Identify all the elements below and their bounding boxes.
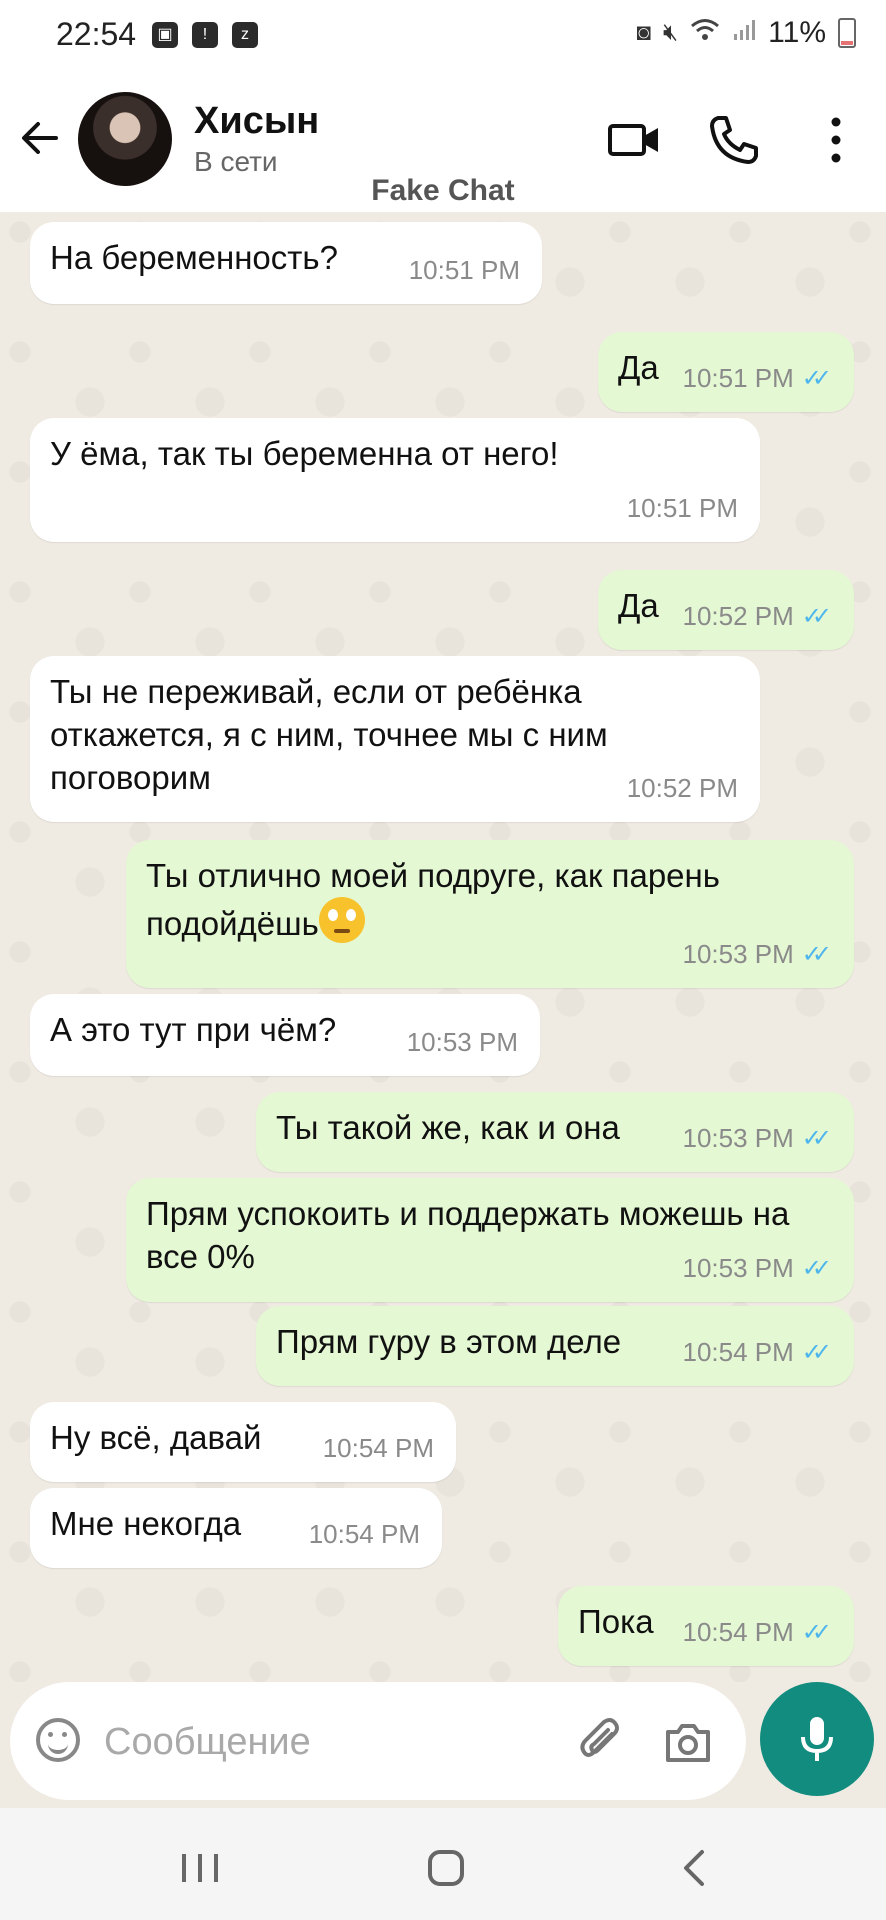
message-list[interactable]: На беременность? 10:51 PM Да 10:51 PM ✓✓ … (0, 212, 886, 1682)
contact-name[interactable]: Хисын (194, 100, 319, 143)
camera-icon[interactable] (662, 1716, 714, 1768)
message-in[interactable]: Мне некогда 10:54 PM (30, 1488, 442, 1568)
message-composer (10, 1682, 746, 1800)
message-text: Ты не переживай, если от ребёнка откажет… (50, 673, 617, 796)
paperclip-icon[interactable] (576, 1716, 628, 1768)
message-time: 10:51 PM (626, 493, 738, 523)
recent-apps-icon[interactable] (170, 1838, 230, 1898)
message-text: Ты отлично моей подруге, как парень подо… (146, 857, 730, 942)
alert-notification-icon: ! (192, 22, 218, 48)
message-in[interactable]: А это тут при чём? 10:53 PM (30, 994, 540, 1076)
app-notification-icon: z (232, 22, 258, 48)
message-text: Мне некогда (50, 1505, 242, 1542)
emoji-icon[interactable] (36, 1718, 80, 1762)
message-time: 10:52 PM (682, 601, 794, 631)
message-out[interactable]: Прям гуру в этом деле 10:54 PM ✓✓ (256, 1306, 854, 1386)
message-time: 10:52 PM (626, 773, 738, 803)
message-out[interactable]: Да 10:52 PM ✓✓ (598, 570, 854, 650)
read-ticks-icon: ✓✓ (801, 603, 832, 630)
message-time: 10:54 PM (682, 1617, 794, 1647)
message-text: Да (618, 587, 659, 624)
gallery-notification-icon: ▣ (152, 22, 178, 48)
message-in[interactable]: Ну всё, давай 10:54 PM (30, 1402, 456, 1482)
wifi-icon (690, 17, 720, 50)
message-time: 10:51 PM (408, 255, 520, 285)
read-ticks-icon: ✓✓ (801, 941, 832, 968)
message-time: 10:54 PM (308, 1519, 420, 1549)
message-time: 10:53 PM (406, 1027, 518, 1057)
message-text: Пока (578, 1603, 654, 1640)
message-text: Прям гуру в этом деле (276, 1323, 622, 1360)
message-time: 10:54 PM (682, 1337, 794, 1367)
read-ticks-icon: ✓✓ (801, 1339, 832, 1366)
phone-icon[interactable] (706, 112, 762, 168)
watermark: Fake Chat (371, 174, 515, 207)
back-nav-icon[interactable] (666, 1838, 726, 1898)
message-text: Ты такой же, как и она (276, 1109, 620, 1146)
message-time: 10:53 PM (682, 1123, 794, 1153)
message-text: А это тут при чём? (50, 1011, 337, 1048)
message-out[interactable]: Да 10:51 PM ✓✓ (598, 332, 854, 412)
message-time: 10:53 PM (682, 939, 794, 969)
signal-icon (732, 18, 756, 49)
face-with-rolling-eyes-icon (318, 897, 365, 943)
message-time: 10:54 PM (322, 1433, 434, 1463)
message-in[interactable]: У ёма, так ты беременна от него! 10:51 P… (30, 418, 760, 542)
read-ticks-icon: ✓✓ (801, 1619, 832, 1646)
message-text: У ёма, так ты беременна от него! (50, 435, 559, 472)
message-text: Да (618, 349, 659, 386)
status-time: 22:54 (56, 16, 137, 52)
video-camera-icon[interactable] (606, 112, 662, 168)
message-out[interactable]: Ты отлично моей подруге, как парень подо… (126, 840, 854, 988)
message-text: Ну всё, давай (50, 1419, 262, 1456)
message-out[interactable]: Пока 10:54 PM ✓✓ (558, 1586, 854, 1666)
message-text: На беременность? (50, 239, 338, 276)
message-time: 10:53 PM (682, 1253, 794, 1283)
data-saver-icon: ◙ (636, 19, 652, 46)
read-ticks-icon: ✓✓ (801, 1255, 832, 1282)
arrow-left-icon[interactable] (18, 116, 62, 160)
status-bar: 22:54 ▣ ! z ◙ 🔇︎ 11% (0, 0, 886, 72)
message-out[interactable]: Ты такой же, как и она 10:53 PM ✓✓ (256, 1092, 854, 1172)
home-icon[interactable] (416, 1838, 476, 1898)
battery-percent: 11% (768, 16, 826, 49)
system-nav-bar (0, 1808, 886, 1920)
microphone-icon (801, 1717, 833, 1761)
message-in[interactable]: Ты не переживай, если от ребёнка откажет… (30, 656, 760, 822)
battery-icon (838, 18, 856, 48)
message-in[interactable]: На беременность? 10:51 PM (30, 222, 542, 304)
read-ticks-icon: ✓✓ (801, 1125, 832, 1152)
chat-header: Хисын В сети Fake Chat (0, 72, 886, 212)
more-vert-icon[interactable] (808, 112, 864, 168)
avatar[interactable] (78, 92, 172, 186)
mute-icon: 🔇︎ (663, 19, 679, 46)
message-out[interactable]: Прям успокоить и поддержать можешь на вс… (126, 1178, 854, 1302)
microphone-button[interactable] (760, 1682, 874, 1796)
message-time: 10:51 PM (682, 363, 794, 393)
message-input[interactable] (102, 1708, 546, 1776)
read-ticks-icon: ✓✓ (801, 365, 832, 392)
